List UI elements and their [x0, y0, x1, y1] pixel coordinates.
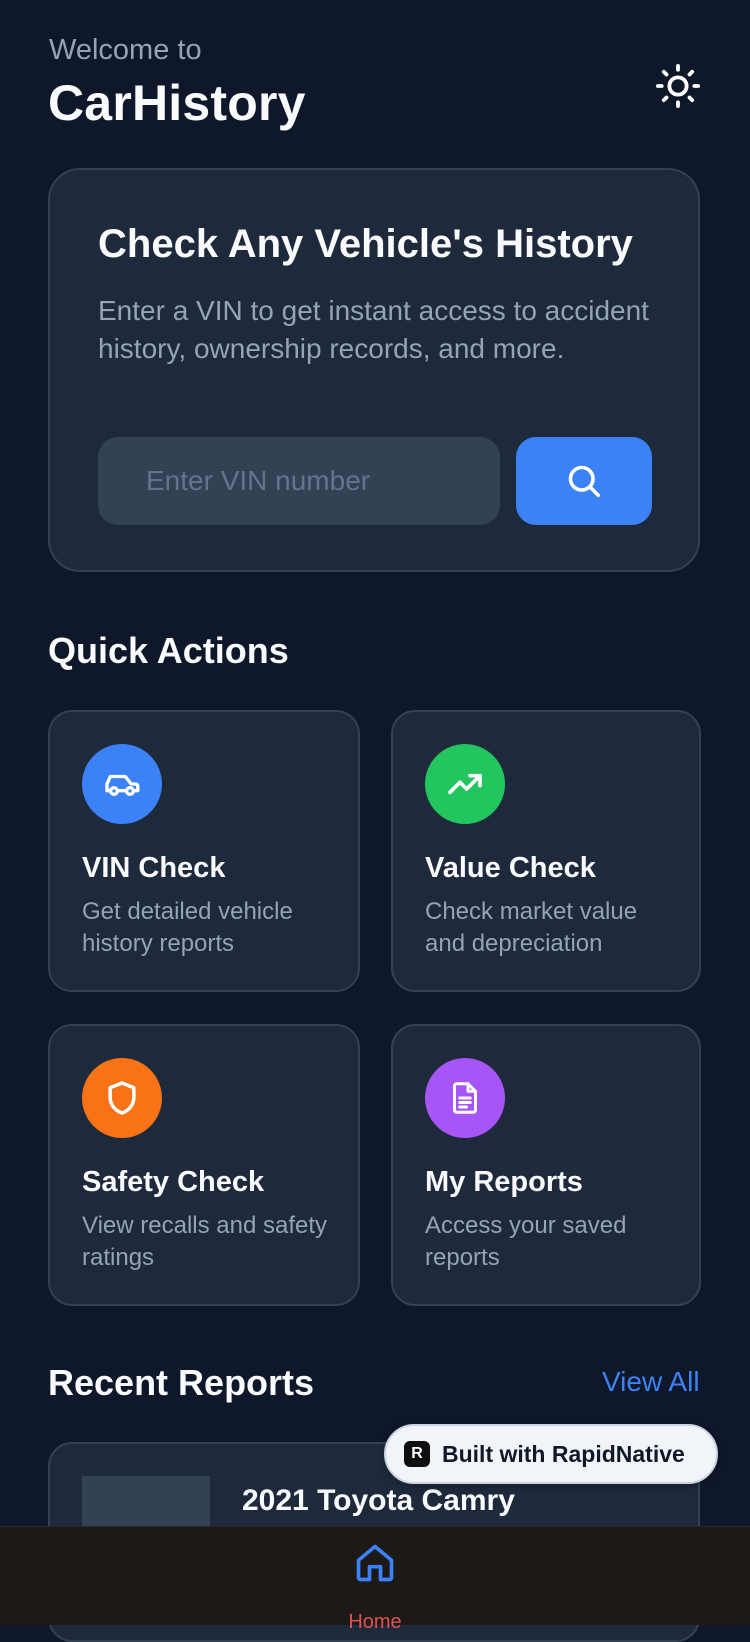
tab-home-label: Home [348, 1611, 402, 1633]
card-description: Get detailed vehicle history reports [82, 898, 293, 957]
recent-reports-title: Recent Reports [48, 1362, 315, 1403]
hero-description: Enter a VIN to get instant access to acc… [98, 295, 649, 364]
quick-action-value-check[interactable]: Value Check Check market value and depre… [391, 710, 701, 992]
quick-actions-title: Quick Actions [48, 630, 289, 671]
home-icon [356, 1544, 394, 1582]
built-with-badge[interactable]: R Built with RapidNative [384, 1424, 718, 1484]
card-title: My Reports [425, 1166, 583, 1198]
card-description: View recalls and safety ratings [82, 1212, 328, 1271]
quick-action-vin-check[interactable]: VIN Check Get detailed vehicle history r… [48, 710, 360, 992]
report-name: 2021 Toyota Camry [242, 1484, 515, 1517]
car-icon [82, 744, 162, 824]
tab-home[interactable]: Home [335, 1541, 415, 1633]
sun-icon [655, 63, 701, 109]
card-title: Safety Check [82, 1166, 265, 1198]
view-all-link[interactable]: View All [602, 1366, 700, 1398]
vin-search-card: Check Any Vehicle's History Enter a VIN … [48, 168, 700, 572]
search-button[interactable] [516, 437, 652, 525]
welcome-text: Welcome to [49, 34, 202, 66]
app-title: CarHistory [48, 75, 306, 131]
quick-action-safety-check[interactable]: Safety Check View recalls and safety rat… [48, 1024, 360, 1306]
search-icon [568, 465, 601, 498]
document-icon [425, 1058, 505, 1138]
theme-toggle-button[interactable] [650, 58, 706, 114]
card-description: Access your saved reports [425, 1212, 627, 1271]
rapidnative-logo: R [404, 1441, 430, 1467]
shield-icon [82, 1058, 162, 1138]
badge-label: Built with RapidNative [442, 1440, 685, 1467]
vin-input[interactable] [98, 437, 500, 525]
quick-action-my-reports[interactable]: My Reports Access your saved reports [391, 1024, 701, 1306]
card-title: VIN Check [82, 852, 226, 884]
card-description: Check market value and depreciation [425, 898, 638, 957]
bottom-tab-bar: Home [0, 1526, 750, 1633]
card-title: Value Check [425, 852, 596, 884]
hero-title: Check Any Vehicle's History [98, 222, 633, 266]
trending-up-icon [425, 744, 505, 824]
